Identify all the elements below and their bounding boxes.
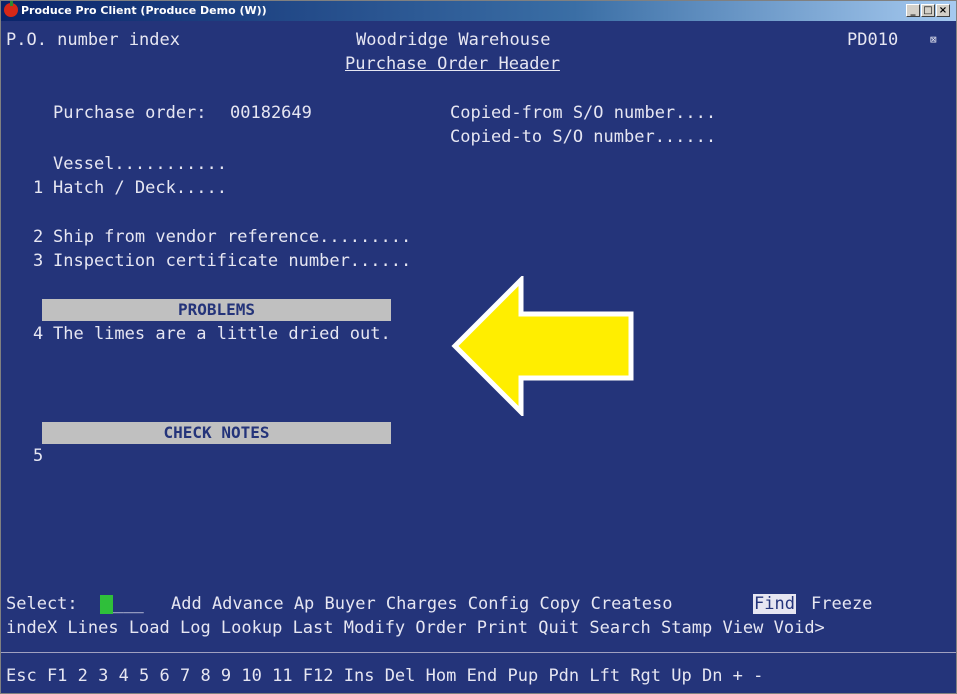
command-list-row2[interactable]: indeX Lines Load Log Lookup Last Modify … xyxy=(6,618,825,638)
find-command[interactable]: Find xyxy=(753,594,796,614)
inspection-cert-field[interactable]: Inspection certificate number...... xyxy=(53,251,411,271)
problem-note[interactable]: The limes are a little dried out. xyxy=(53,324,391,344)
terminal-screen: P.O. number index Woodridge Warehouse PD… xyxy=(1,21,956,693)
function-key-bar[interactable]: Esc F1 2 3 4 5 6 7 8 9 10 11 F12 Ins Del… xyxy=(6,666,763,686)
hatch-deck-field[interactable]: Hatch / Deck..... xyxy=(53,178,227,198)
line-number: 2 xyxy=(33,227,44,247)
po-number[interactable]: 00182649 xyxy=(230,103,312,123)
close-screen-icon[interactable]: ⊠ xyxy=(930,34,937,46)
copied-from-field[interactable]: Copied-from S/O number.... xyxy=(450,103,716,123)
line-number: 1 xyxy=(33,178,44,198)
check-notes-header: CHECK NOTES xyxy=(42,422,391,444)
freeze-command[interactable]: Freeze xyxy=(811,594,872,614)
warehouse-name: Woodridge Warehouse xyxy=(356,30,551,50)
text-cursor xyxy=(100,595,113,614)
apple-icon xyxy=(4,1,18,17)
copied-to-field[interactable]: Copied-to S/O number...... xyxy=(450,127,716,147)
window-title: Produce Pro Client (Produce Demo (W)) xyxy=(21,4,267,17)
problems-header: PROBLEMS xyxy=(42,299,391,321)
select-input[interactable]: ___ xyxy=(113,594,144,614)
maximize-button[interactable]: □ xyxy=(921,4,935,17)
po-label: Purchase order: xyxy=(53,103,207,123)
divider xyxy=(1,652,956,653)
line-number: 3 xyxy=(33,251,44,271)
title-bar[interactable]: Produce Pro Client (Produce Demo (W)) _ … xyxy=(1,1,956,21)
ship-vendor-ref-field[interactable]: Ship from vendor reference......... xyxy=(53,227,411,247)
vessel-field[interactable]: Vessel........... xyxy=(53,154,227,174)
select-label: Select: xyxy=(6,594,78,614)
page-title: Purchase Order Header xyxy=(345,54,560,74)
screen-code: PD010 xyxy=(847,30,899,50)
close-button[interactable]: × xyxy=(936,4,950,17)
command-list-row1[interactable]: Add Advance Ap Buyer Charges Config Copy… xyxy=(171,594,673,614)
arrow-left-icon xyxy=(451,276,634,416)
line-number: 5 xyxy=(33,446,44,466)
app-window: Produce Pro Client (Produce Demo (W)) _ … xyxy=(0,0,957,694)
minimize-button[interactable]: _ xyxy=(906,4,920,17)
line-number: 4 xyxy=(33,324,44,344)
mode-label: P.O. number index xyxy=(6,30,180,50)
